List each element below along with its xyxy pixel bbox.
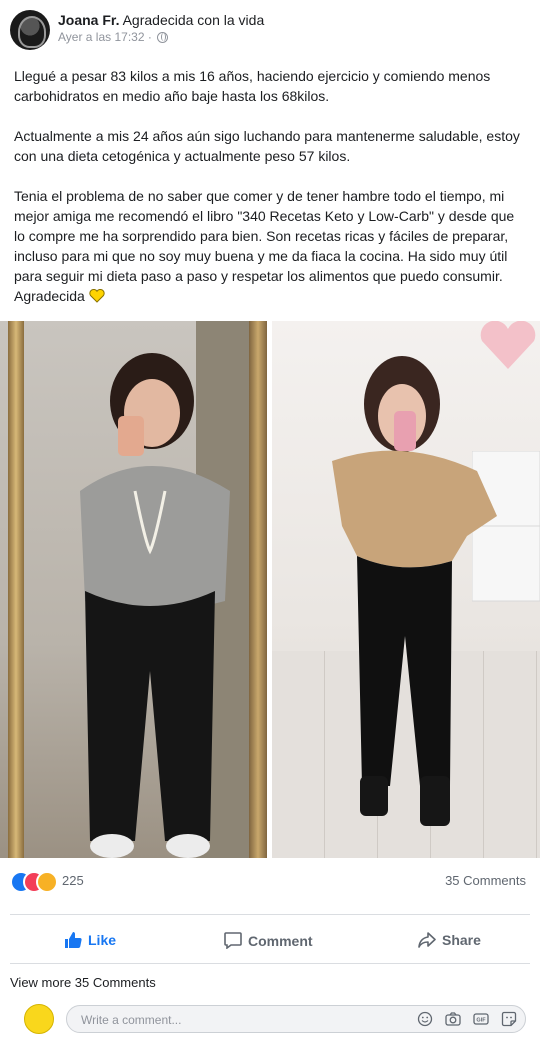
thumbs-up-icon <box>65 932 82 948</box>
action-bar: Like Comment Share <box>0 926 540 958</box>
reaction-count[interactable]: 225 <box>62 873 84 888</box>
post-text: Llegué a pesar 83 kilos a mis 16 años, h… <box>14 66 526 306</box>
camera-icon[interactable] <box>445 1011 461 1027</box>
view-more-comments-link[interactable]: View more 35 Comments <box>10 975 156 990</box>
like-label: Like <box>88 932 117 948</box>
svg-text:GIF: GIF <box>476 1018 486 1024</box>
closing-text: Agradecida <box>14 288 85 304</box>
my-avatar[interactable] <box>24 1004 54 1034</box>
comment-label: Comment <box>248 932 313 949</box>
post-header: Joana Fr. Agradecida con la vida Ayer a … <box>10 10 530 50</box>
post-photos[interactable] <box>0 321 540 858</box>
divider <box>10 914 530 915</box>
before-person-figure <box>80 353 230 858</box>
post-paragraph: Tenia el problema de no saber que comer … <box>14 188 515 284</box>
reactions-bar: 225 35 Comments <box>10 870 530 893</box>
wow-reaction-icon[interactable] <box>36 871 58 893</box>
comment-button[interactable]: Comment <box>224 932 313 949</box>
meta-separator: · <box>147 30 152 44</box>
comment-input[interactable] <box>79 1010 383 1030</box>
post-time[interactable]: Ayer a las 17:32 <box>58 30 145 44</box>
comment-input-box[interactable]: GIF <box>66 1005 526 1033</box>
author-avatar[interactable] <box>10 10 50 50</box>
comment-icon <box>224 932 242 949</box>
comment-composer: GIF <box>24 1004 530 1036</box>
post-paragraph: Llegué a pesar 83 kilos a mis 16 años, h… <box>14 68 491 104</box>
emoji-icon[interactable] <box>417 1011 433 1027</box>
mirror-frame-left <box>8 321 24 858</box>
after-person-figure <box>332 356 497 826</box>
like-button[interactable]: Like <box>64 932 116 948</box>
feeling-text: Agradecida con la vida <box>122 12 265 28</box>
author-line: Joana Fr. Agradecida con la vida <box>58 12 264 28</box>
post-meta: Ayer a las 17:32 · <box>58 30 169 44</box>
mirror-frame-right <box>249 321 267 858</box>
comments-count[interactable]: 35 Comments <box>445 873 526 888</box>
share-label: Share <box>442 932 481 948</box>
before-photo[interactable] <box>0 321 267 858</box>
share-button[interactable]: Share <box>418 932 481 948</box>
gif-icon[interactable]: GIF <box>473 1011 489 1027</box>
yellow-heart-icon <box>89 289 105 303</box>
sticker-icon[interactable] <box>501 1011 517 1027</box>
composer-icons: GIF <box>417 1011 517 1027</box>
author-name[interactable]: Joana Fr. <box>58 12 119 28</box>
after-photo[interactable] <box>272 321 540 858</box>
closing-line: Agradecida <box>14 286 526 306</box>
share-icon <box>418 932 436 948</box>
globe-icon[interactable] <box>157 32 169 43</box>
post-paragraph: Actualmente a mis 24 años aún sigo lucha… <box>14 128 520 164</box>
divider <box>10 963 530 964</box>
